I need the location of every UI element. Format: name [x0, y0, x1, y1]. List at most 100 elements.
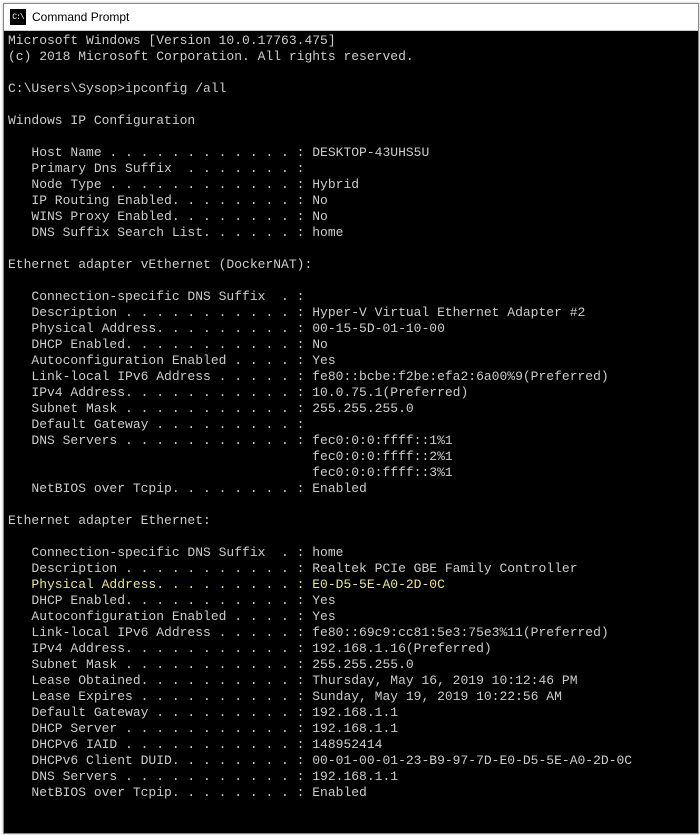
prompt-path: C:\Users\Sysop> — [8, 81, 125, 96]
output-row: Description . . . . . . . . . . . : Hype… — [8, 305, 694, 321]
property-label: Default Gateway . . . . . . . . . : — [8, 417, 304, 432]
property-label: Autoconfiguration Enabled . . . . : — [8, 353, 312, 368]
property-label: Subnet Mask . . . . . . . . . . . : — [8, 401, 312, 416]
property-value: 192.168.1.1 — [312, 769, 398, 784]
property-label: Autoconfiguration Enabled . . . . : — [8, 609, 312, 624]
property-label: NetBIOS over Tcpip. . . . . . . . : — [8, 785, 312, 800]
output-row: DHCP Server . . . . . . . . . . . : 192.… — [8, 721, 694, 737]
output-row: NetBIOS over Tcpip. . . . . . . . : Enab… — [8, 785, 694, 801]
property-label: Description . . . . . . . . . . . : — [8, 561, 312, 576]
output-row: Autoconfiguration Enabled . . . . : Yes — [8, 609, 694, 625]
property-value: fec0:0:0:ffff::1%1 — [312, 433, 452, 448]
property-label: NetBIOS over Tcpip. . . . . . . . : — [8, 481, 312, 496]
property-label: Physical Address. . . . . . . . . : — [8, 321, 312, 336]
output-row: Lease Expires . . . . . . . . . . : Sund… — [8, 689, 694, 705]
property-value: 192.168.1.1 — [312, 705, 398, 720]
property-value: No — [312, 209, 328, 224]
window-title: Command Prompt — [32, 10, 692, 24]
property-label: DHCP Enabled. . . . . . . . . . . : — [8, 337, 312, 352]
property-value: fec0:0:0:ffff::2%1 — [312, 449, 452, 464]
property-value: Yes — [312, 609, 335, 624]
output-row: Default Gateway . . . . . . . . . : 192.… — [8, 705, 694, 721]
output-row: Link-local IPv6 Address . . . . . : fe80… — [8, 369, 694, 385]
property-label: Node Type . . . . . . . . . . . . : — [8, 177, 312, 192]
output-row: IP Routing Enabled. . . . . . . . : No — [8, 193, 694, 209]
output-row: Description . . . . . . . . . . . : Real… — [8, 561, 694, 577]
property-value: Realtek PCIe GBE Family Controller — [312, 561, 577, 576]
output-row: Link-local IPv6 Address . . . . . : fe80… — [8, 625, 694, 641]
output-row: Subnet Mask . . . . . . . . . . . : 255.… — [8, 401, 694, 417]
property-value: 192.168.1.1 — [312, 721, 398, 736]
property-label: IPv4 Address. . . . . . . . . . . : — [8, 385, 312, 400]
property-value: home — [312, 225, 343, 240]
output-row: Lease Obtained. . . . . . . . . . : Thur… — [8, 673, 694, 689]
property-value: Sunday, May 19, 2019 10:22:56 AM — [312, 689, 562, 704]
property-value: No — [312, 193, 328, 208]
output-row: Autoconfiguration Enabled . . . . : Yes — [8, 353, 694, 369]
output-row: Connection-specific DNS Suffix . : home — [8, 545, 694, 561]
output-row: Primary Dns Suffix . . . . . . . : — [8, 161, 694, 177]
section-adapter-a-title: Ethernet adapter vEthernet (DockerNAT): — [8, 257, 694, 273]
property-label: DNS Servers . . . . . . . . . . . : — [8, 433, 312, 448]
property-label: IP Routing Enabled. . . . . . . . : — [8, 193, 312, 208]
section-main-title: Windows IP Configuration — [8, 113, 694, 129]
output-row: DHCP Enabled. . . . . . . . . . . : Yes — [8, 593, 694, 609]
property-label: Link-local IPv6 Address . . . . . : — [8, 369, 312, 384]
cmd-icon: C:\ — [10, 9, 26, 25]
output-row: Physical Address. . . . . . . . . : E0-D… — [8, 577, 694, 593]
property-value: 255.255.255.0 — [312, 657, 413, 672]
property-label: Subnet Mask . . . . . . . . . . . : — [8, 657, 312, 672]
property-label: Link-local IPv6 Address . . . . . : — [8, 625, 312, 640]
terminal-viewport[interactable]: Microsoft Windows [Version 10.0.17763.47… — [4, 31, 698, 833]
property-value: DESKTOP-43UHS5U — [312, 145, 429, 160]
output-row: WINS Proxy Enabled. . . . . . . . : No — [8, 209, 694, 225]
output-row: IPv4 Address. . . . . . . . . . . : 192.… — [8, 641, 694, 657]
output-row: DHCPv6 IAID . . . . . . . . . . . : 1489… — [8, 737, 694, 753]
property-value: home — [312, 545, 343, 560]
property-label: Description . . . . . . . . . . . : — [8, 305, 312, 320]
output-row: DNS Servers . . . . . . . . . . . : fec0… — [8, 433, 694, 449]
property-value: E0-D5-5E-A0-2D-0C — [312, 577, 445, 592]
header-line-1: Microsoft Windows [Version 10.0.17763.47… — [8, 33, 694, 49]
output-row: DHCPv6 Client DUID. . . . . . . . : 00-0… — [8, 753, 694, 769]
property-value: 148952414 — [312, 737, 382, 752]
property-label: Lease Expires . . . . . . . . . . : — [8, 689, 312, 704]
property-label: DHCP Server . . . . . . . . . . . : — [8, 721, 312, 736]
command-prompt-window: C:\ Command Prompt Microsoft Windows [Ve… — [3, 3, 699, 834]
property-value: Hyper-V Virtual Ethernet Adapter #2 — [312, 305, 585, 320]
header-line-2: (c) 2018 Microsoft Corporation. All righ… — [8, 49, 694, 65]
output-row: DNS Suffix Search List. . . . . . : home — [8, 225, 694, 241]
output-row: Physical Address. . . . . . . . . : 00-1… — [8, 321, 694, 337]
property-value: Yes — [312, 593, 335, 608]
property-value: 00-01-00-01-23-B9-97-7D-E0-D5-5E-A0-2D-0… — [312, 753, 632, 768]
property-value: 00-15-5D-01-10-00 — [312, 321, 445, 336]
window-titlebar[interactable]: C:\ Command Prompt — [4, 4, 698, 31]
output-row: fec0:0:0:ffff::3%1 — [8, 465, 694, 481]
output-row: Connection-specific DNS Suffix . : — [8, 289, 694, 305]
output-row: Default Gateway . . . . . . . . . : — [8, 417, 694, 433]
property-label: Connection-specific DNS Suffix . : — [8, 545, 312, 560]
property-value: fe80::bcbe:f2be:efa2:6a00%9(Preferred) — [312, 369, 608, 384]
property-value: Enabled — [312, 785, 367, 800]
property-label: DHCPv6 IAID . . . . . . . . . . . : — [8, 737, 312, 752]
prompt-command: ipconfig /all — [125, 81, 226, 96]
section-adapter-b-title: Ethernet adapter Ethernet: — [8, 513, 694, 529]
property-label: Primary Dns Suffix . . . . . . . : — [8, 161, 304, 176]
property-label: Host Name . . . . . . . . . . . . : — [8, 145, 312, 160]
property-value: 10.0.75.1(Preferred) — [312, 385, 468, 400]
property-value: No — [312, 337, 328, 352]
property-value: Yes — [312, 353, 335, 368]
property-value: Enabled — [312, 481, 367, 496]
property-value: Hybrid — [312, 177, 359, 192]
property-label: Connection-specific DNS Suffix . : — [8, 289, 304, 304]
property-label: DNS Servers . . . . . . . . . . . : — [8, 769, 312, 784]
property-label — [8, 449, 312, 464]
output-row: Subnet Mask . . . . . . . . . . . : 255.… — [8, 657, 694, 673]
property-value: fe80::69c9:cc81:5e3:75e3%11(Preferred) — [312, 625, 608, 640]
property-label — [8, 465, 312, 480]
property-label: Lease Obtained. . . . . . . . . . : — [8, 673, 312, 688]
property-label: WINS Proxy Enabled. . . . . . . . : — [8, 209, 312, 224]
property-value: Thursday, May 16, 2019 10:12:46 PM — [312, 673, 577, 688]
prompt-line: C:\Users\Sysop>ipconfig /all — [8, 81, 694, 97]
output-row: DNS Servers . . . . . . . . . . . : 192.… — [8, 769, 694, 785]
